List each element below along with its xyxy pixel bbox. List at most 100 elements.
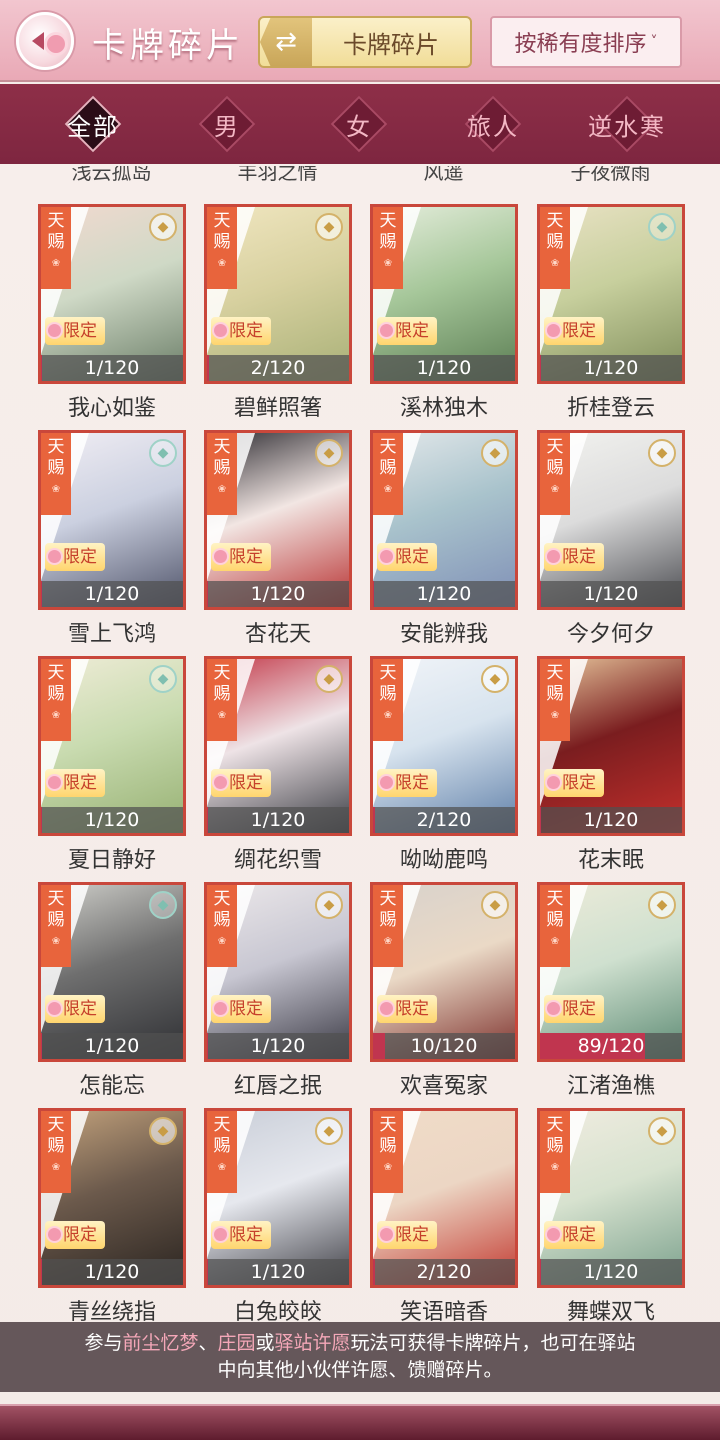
hint-text: 或 [255, 1332, 275, 1354]
card-item[interactable]: 天赐 ❀ ◆ 限定 1/120 安能辨我 [370, 430, 518, 652]
rarity-tag-char: 赐 [213, 1136, 231, 1156]
flower-icon [214, 776, 227, 789]
limited-tag: 限定 [45, 543, 105, 571]
card-item[interactable]: 天赐 ❀ ◆ 限定 1/120 青丝绕指 [38, 1108, 186, 1330]
card-item[interactable]: 天赐 ❀ ◆ 限定 89/120 江渚渔樵 [537, 882, 685, 1104]
switch-collection-button[interactable]: ⇄ 卡牌碎片 [258, 16, 472, 68]
card-frame[interactable]: 天赐 ❀ ◆ 限定 1/120 [38, 656, 186, 836]
flower-icon: ❀ [51, 936, 61, 947]
coin-badge-icon: ◆ [481, 439, 509, 467]
limited-label: 限定 [562, 773, 596, 793]
rarity-tag: 天赐 ❀ [540, 433, 570, 515]
flower-icon: ❀ [217, 258, 227, 269]
limited-label: 限定 [63, 773, 97, 793]
card-item[interactable]: 天赐 ❀ ◆ 限定 1/120 夏日静好 [38, 656, 186, 878]
fragment-progress-bar: 1/120 [41, 1033, 183, 1059]
card-item[interactable]: 天赐 ❀ ◆ 限定 1/120 雪上飞鸿 [38, 430, 186, 652]
filter-tab-0[interactable]: 全部 [28, 90, 158, 158]
limited-label: 限定 [63, 547, 97, 567]
card-name: 安能辨我 [399, 622, 488, 647]
card-item[interactable]: 天赐 ❀ 限定 1/120 溪林独木 [370, 204, 518, 426]
card-frame[interactable]: 天赐 ❀ 限定 1/120 [537, 656, 685, 836]
flower-icon: ❀ [550, 1162, 560, 1173]
limited-label: 限定 [395, 773, 429, 793]
link-yizhan-wish[interactable]: 驿站许愿 [275, 1332, 351, 1354]
card-frame[interactable]: 天赐 ❀ ◆ 限定 1/120 [38, 430, 186, 610]
flower-icon [380, 1002, 393, 1015]
card-name: 碧鲜照箸 [233, 396, 322, 421]
card-frame[interactable]: 天赐 ❀ ◆ 限定 1/120 [537, 430, 685, 610]
card-frame[interactable]: 天赐 ❀ 限定 1/120 [370, 204, 518, 384]
fragment-count: 89/120 [577, 1035, 645, 1057]
rarity-tag: 天赐 ❀ [540, 885, 570, 967]
link-qianchen[interactable]: 前尘忆梦 [122, 1332, 198, 1354]
fragment-progress-bar: 10/120 [373, 1033, 515, 1059]
card-item[interactable]: 天赐 ❀ ◆ 限定 1/120 舞蝶双飞 [537, 1108, 685, 1330]
card-frame[interactable]: 天赐 ❀ ◆ 限定 1/120 [38, 882, 186, 1062]
filter-tab-3[interactable]: 旅人 [428, 90, 558, 158]
card-frame[interactable]: 天赐 ❀ ◆ 限定 1/120 [204, 430, 352, 610]
card-item[interactable]: 天赐 ❀ 限定 1/120 花末眠 [537, 656, 685, 878]
card-frame[interactable]: 天赐 ❀ 限定 2/120 [370, 1108, 518, 1288]
fragment-progress-bar: 1/120 [540, 355, 682, 381]
card-item[interactable]: 天赐 ❀ ◆ 限定 1/120 我心如鉴 [38, 204, 186, 426]
limited-label: 限定 [395, 999, 429, 1019]
card-frame[interactable]: 天赐 ❀ ◆ 限定 1/120 [38, 1108, 186, 1288]
filter-tab-1[interactable]: 男 [162, 90, 292, 158]
fragment-count: 1/120 [84, 1035, 140, 1057]
card-frame[interactable]: 天赐 ❀ ◆ 限定 2/120 [370, 656, 518, 836]
limited-tag: 限定 [544, 317, 604, 345]
card-frame[interactable]: 天赐 ❀ ◆ 限定 1/120 [204, 1108, 352, 1288]
rarity-tag: 天赐 ❀ [207, 207, 237, 289]
fragment-count: 1/120 [416, 583, 472, 605]
rarity-tag: 天赐 ❀ [373, 1111, 403, 1193]
limited-tag: 限定 [45, 1221, 105, 1249]
rarity-tag-char: 赐 [379, 1136, 397, 1156]
card-frame[interactable]: 天赐 ❀ ◆ 限定 1/120 [204, 882, 352, 1062]
back-button[interactable] [16, 12, 74, 70]
card-item[interactable]: 天赐 ❀ 限定 2/120 笑语暗香 [370, 1108, 518, 1330]
card-name: 夏日静好 [67, 848, 156, 873]
card-frame[interactable]: 天赐 ❀ ◆ 限定 10/120 [370, 882, 518, 1062]
card-item[interactable]: 天赐 ❀ ◆ 限定 1/120 今夕何夕 [537, 430, 685, 652]
flower-icon: ❀ [217, 1162, 227, 1173]
card-frame[interactable]: 天赐 ❀ ◆ 限定 1/120 [537, 204, 685, 384]
card-frame[interactable]: 天赐 ❀ ◆ 限定 1/120 [204, 656, 352, 836]
coin-badge-icon: ◆ [648, 439, 676, 467]
flower-icon [547, 1002, 560, 1015]
flower-icon: ❀ [217, 936, 227, 947]
flower-icon [547, 550, 560, 563]
coin-badge-icon: ◆ [315, 213, 343, 241]
sort-dropdown[interactable]: 按稀有度排序 ˅ [490, 16, 682, 68]
coin-badge-icon: ◆ [481, 665, 509, 693]
card-item[interactable]: 天赐 ❀ ◆ 限定 1/120 杏花天 [204, 430, 352, 652]
card-frame[interactable]: 天赐 ❀ ◆ 限定 1/120 [537, 1108, 685, 1288]
card-item[interactable]: 天赐 ❀ ◆ 限定 1/120 红唇之抿 [204, 882, 352, 1104]
fragment-progress-bar: 1/120 [373, 581, 515, 607]
card-item[interactable]: 天赐 ❀ ◆ 限定 1/120 折桂登云 [537, 204, 685, 426]
rarity-tag-char: 赐 [379, 458, 397, 478]
card-item[interactable]: 天赐 ❀ ◆ 限定 1/120 怎能忘 [38, 882, 186, 1104]
limited-tag: 限定 [544, 995, 604, 1023]
card-frame[interactable]: 天赐 ❀ ◆ 限定 89/120 [537, 882, 685, 1062]
limited-label: 限定 [562, 547, 596, 567]
card-item[interactable]: 天赐 ❀ ◆ 限定 2/120 碧鲜照箸 [204, 204, 352, 426]
coin-badge-icon: ◆ [648, 1117, 676, 1145]
link-zhuangyuan[interactable]: 庄园 [217, 1332, 255, 1354]
card-item[interactable]: 天赐 ❀ ◆ 限定 2/120 呦呦鹿鸣 [370, 656, 518, 878]
card-frame[interactable]: 天赐 ❀ ◆ 限定 1/120 [370, 430, 518, 610]
card-frame[interactable]: 天赐 ❀ ◆ 限定 2/120 [204, 204, 352, 384]
filter-tab-2[interactable]: 女 [294, 90, 424, 158]
rarity-tag: 天赐 ❀ [207, 433, 237, 515]
filter-tab-4[interactable]: 逆水寒 [562, 90, 692, 158]
card-item[interactable]: 天赐 ❀ ◆ 限定 1/120 绸花织雪 [204, 656, 352, 878]
card-item[interactable]: 天赐 ❀ ◆ 限定 1/120 白兔皎皎 [204, 1108, 352, 1330]
filter-tab-label: 旅人 [467, 112, 519, 141]
fragment-progress-bar: 89/120 [540, 1033, 682, 1059]
limited-label: 限定 [562, 321, 596, 341]
card-grid[interactable]: 浅云孤岛 丰羽之情 风遥 子夜微雨 天赐 ❀ ◆ 限定 1/120 我心如鉴天赐 ❀ ◆ 限定 2/12… [0, 164, 720, 1440]
card-item[interactable]: 天赐 ❀ ◆ 限定 10/120 欢喜冤家 [370, 882, 518, 1104]
rarity-tag-char: 天 [379, 1115, 397, 1135]
card-frame[interactable]: 天赐 ❀ ◆ 限定 1/120 [38, 204, 186, 384]
fragment-count: 1/120 [84, 809, 140, 831]
